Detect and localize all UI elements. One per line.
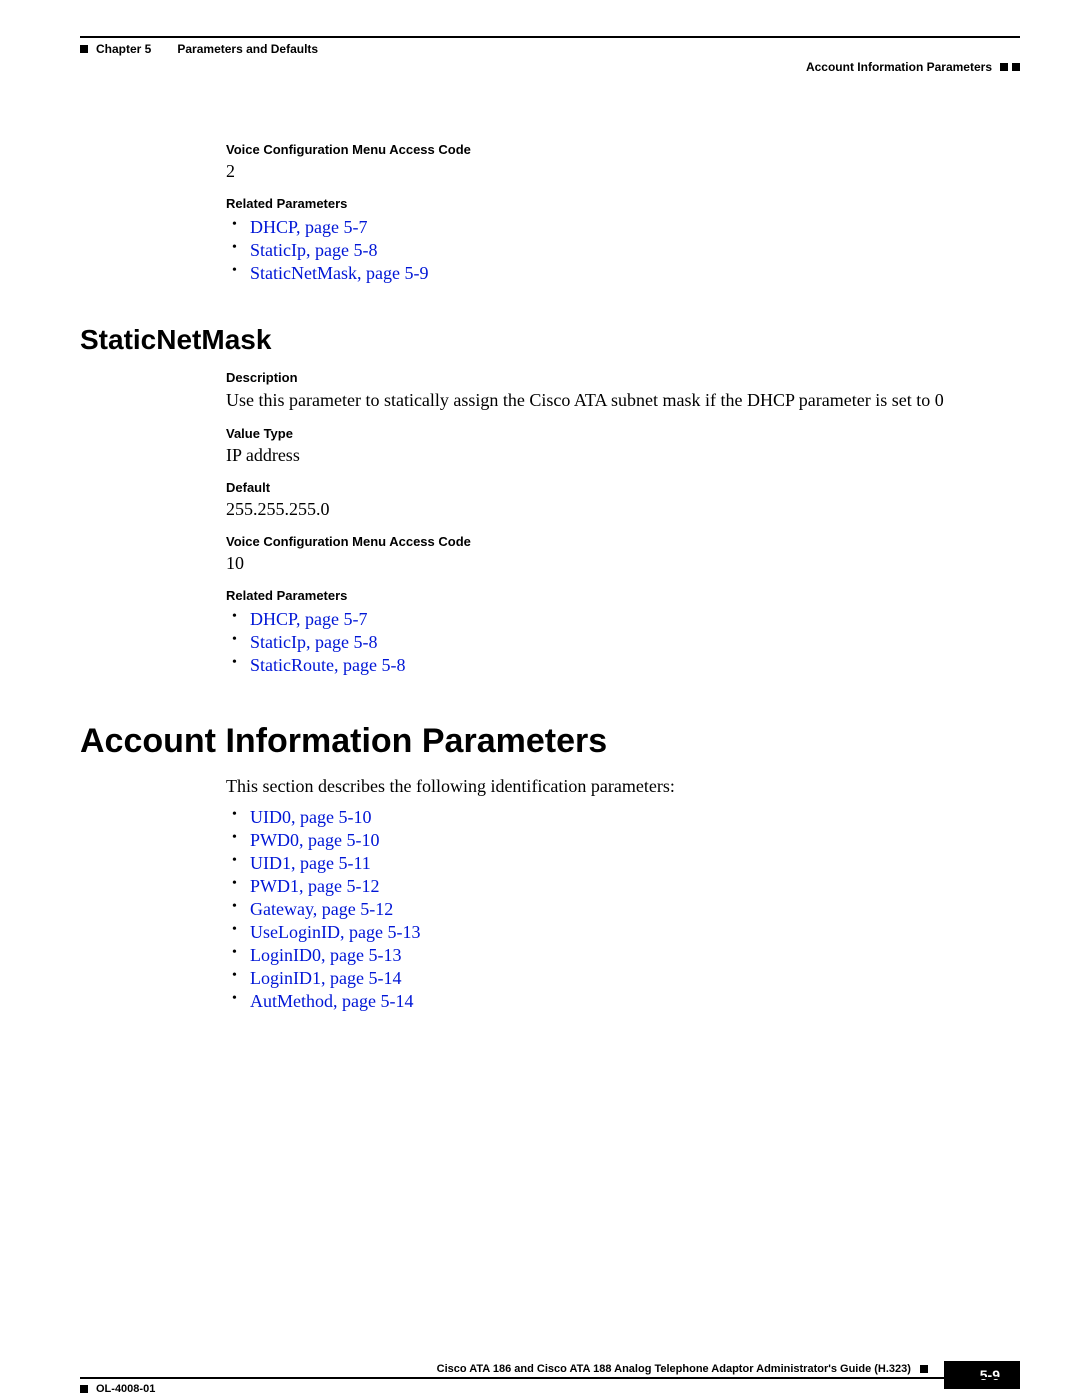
list-item: DHCP, page 5-7	[226, 609, 1020, 630]
related-parameters-list: DHCP, page 5-7 StaticIp, page 5-8 Static…	[226, 217, 1020, 284]
square-icon	[80, 45, 88, 53]
cross-ref-link[interactable]: DHCP, page 5-7	[250, 217, 368, 237]
page-header: Chapter 5 Parameters and Defaults Accoun…	[80, 36, 1020, 86]
square-icon	[920, 1365, 928, 1373]
footer-rule	[80, 1377, 1020, 1379]
square-icon	[80, 1385, 88, 1393]
list-item: StaticIp, page 5-8	[226, 240, 1020, 261]
list-item: UseLoginID, page 5-13	[226, 922, 1020, 943]
footer-doc-id: OL-4008-01	[80, 1383, 155, 1395]
list-item: StaticNetMask, page 5-9	[226, 263, 1020, 284]
cross-ref-link[interactable]: UID1, page 5-11	[250, 853, 371, 873]
default-value: 255.255.255.0	[226, 499, 1020, 520]
cross-ref-link[interactable]: UseLoginID, page 5-13	[250, 922, 420, 942]
vcm-access-code-label: Voice Configuration Menu Access Code	[226, 142, 1020, 157]
page-number-box: 5-9	[944, 1361, 1020, 1389]
related-parameters-label: Related Parameters	[226, 196, 1020, 211]
square-icon	[1012, 63, 1020, 71]
list-item: PWD1, page 5-12	[226, 876, 1020, 897]
cross-ref-link[interactable]: PWD1, page 5-12	[250, 876, 379, 896]
chapter-label: Chapter 5	[96, 42, 151, 56]
related-parameters-list: DHCP, page 5-7 StaticIp, page 5-8 Static…	[226, 609, 1020, 676]
square-icon	[1000, 63, 1008, 71]
cross-ref-link[interactable]: StaticIp, page 5-8	[250, 632, 377, 652]
page: Chapter 5 Parameters and Defaults Accoun…	[0, 0, 1080, 1397]
cross-ref-link[interactable]: StaticIp, page 5-8	[250, 240, 377, 260]
header-squares	[1000, 63, 1020, 71]
list-item: UID1, page 5-11	[226, 853, 1020, 874]
list-item: StaticIp, page 5-8	[226, 632, 1020, 653]
guide-title-text: Cisco ATA 186 and Cisco ATA 188 Analog T…	[437, 1363, 911, 1375]
list-item: LoginID1, page 5-14	[226, 968, 1020, 989]
list-item: PWD0, page 5-10	[226, 830, 1020, 851]
footer-guide-title: Cisco ATA 186 and Cisco ATA 188 Analog T…	[437, 1363, 928, 1375]
section-title: Account Information Parameters	[806, 60, 992, 74]
list-item: StaticRoute, page 5-8	[226, 655, 1020, 676]
list-item: Gateway, page 5-12	[226, 899, 1020, 920]
doc-id-text: OL-4008-01	[96, 1383, 155, 1395]
description-label: Description	[226, 370, 1020, 385]
cross-ref-link[interactable]: LoginID0, page 5-13	[250, 945, 401, 965]
cross-ref-link[interactable]: UID0, page 5-10	[250, 807, 371, 827]
default-label: Default	[226, 480, 1020, 495]
value-type-label: Value Type	[226, 426, 1020, 441]
cross-ref-link[interactable]: Gateway, page 5-12	[250, 899, 393, 919]
cross-ref-link[interactable]: PWD0, page 5-10	[250, 830, 379, 850]
vcm-access-code-label: Voice Configuration Menu Access Code	[226, 534, 1020, 549]
vcm-access-code-value: 10	[226, 553, 1020, 574]
chapter-title-text: Parameters and Defaults	[177, 42, 318, 56]
cross-ref-link[interactable]: AutMethod, page 5-14	[250, 991, 413, 1011]
header-rule	[80, 36, 1020, 38]
cross-ref-link[interactable]: DHCP, page 5-7	[250, 609, 368, 629]
account-links-list: UID0, page 5-10 PWD0, page 5-10 UID1, pa…	[226, 807, 1020, 1012]
header-sub-row: Account Information Parameters	[806, 60, 1020, 74]
description-text: Use this parameter to statically assign …	[226, 389, 1020, 412]
vcm-access-code-value: 2	[226, 161, 1020, 182]
list-item: UID0, page 5-10	[226, 807, 1020, 828]
list-item: LoginID0, page 5-13	[226, 945, 1020, 966]
account-intro-text: This section describes the following ide…	[226, 775, 1020, 798]
value-type-value: IP address	[226, 445, 1020, 466]
cross-ref-link[interactable]: StaticRoute, page 5-8	[250, 655, 405, 675]
heading-account-info: Account Information Parameters	[80, 722, 1020, 761]
list-item: AutMethod, page 5-14	[226, 991, 1020, 1012]
heading-staticnetmask: StaticNetMask	[80, 324, 1020, 356]
header-top-row: Chapter 5 Parameters and Defaults	[80, 42, 318, 56]
list-item: DHCP, page 5-7	[226, 217, 1020, 238]
cross-ref-link[interactable]: LoginID1, page 5-14	[250, 968, 401, 988]
related-parameters-label: Related Parameters	[226, 588, 1020, 603]
page-content: Voice Configuration Menu Access Code 2 R…	[80, 142, 1020, 1012]
chapter-title	[159, 42, 169, 56]
cross-ref-link[interactable]: StaticNetMask, page 5-9	[250, 263, 428, 283]
